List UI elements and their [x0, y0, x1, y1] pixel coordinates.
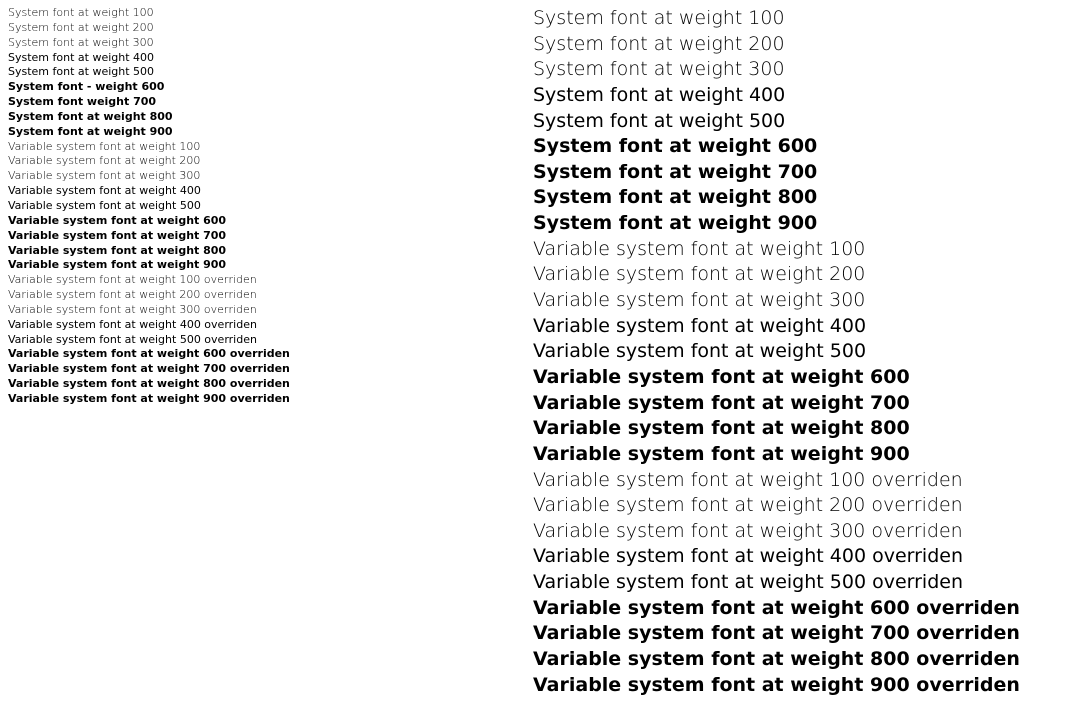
variable-font-line: Variable system font at weight 500 — [533, 339, 1058, 365]
system-font-line: System font at weight 600 — [533, 134, 1058, 160]
variable-overriden-font-line: Variable system font at weight 500 overr… — [8, 333, 533, 348]
variable-font-line: Variable system font at weight 400 — [8, 184, 533, 199]
variable-overriden-font-line: Variable system font at weight 800 overr… — [8, 377, 533, 392]
variable-overriden-font-line: Variable system font at weight 600 overr… — [8, 347, 533, 362]
system-font-line: System font at weight 900 — [8, 125, 533, 140]
variable-font-line: Variable system font at weight 600 — [8, 214, 533, 229]
right-column: System font at weight 100System font at … — [533, 6, 1058, 698]
system-font-line: System font at weight 700 — [533, 160, 1058, 186]
variable-font-line: Variable system font at weight 100 — [8, 140, 533, 155]
variable-overriden-font-line: Variable system font at weight 700 overr… — [533, 621, 1058, 647]
variable-overriden-font-line: Variable system font at weight 600 overr… — [533, 596, 1058, 622]
variable-font-line: Variable system font at weight 200 — [533, 262, 1058, 288]
variable-font-line: Variable system font at weight 400 — [533, 314, 1058, 340]
variable-font-line: Variable system font at weight 300 — [533, 288, 1058, 314]
system-font-line: System font weight 700 — [8, 95, 533, 110]
system-font-line: System font at weight 500 — [533, 109, 1058, 135]
variable-overriden-font-line: Variable system font at weight 100 overr… — [533, 468, 1058, 494]
variable-overriden-font-line: Variable system font at weight 300 overr… — [533, 519, 1058, 545]
system-font-line: System font at weight 800 — [8, 110, 533, 125]
system-font-line: System font at weight 800 — [533, 185, 1058, 211]
system-font-line: System font at weight 900 — [533, 211, 1058, 237]
system-font-line: System font at weight 200 — [533, 32, 1058, 58]
variable-font-line: Variable system font at weight 600 — [533, 365, 1058, 391]
variable-font-line: Variable system font at weight 200 — [8, 154, 533, 169]
variable-font-line: Variable system font at weight 500 — [8, 199, 533, 214]
variable-font-line: Variable system font at weight 300 — [8, 169, 533, 184]
system-font-line: System font at weight 300 — [8, 36, 533, 51]
variable-overriden-font-line: Variable system font at weight 400 overr… — [8, 318, 533, 333]
variable-font-line: Variable system font at weight 900 — [8, 258, 533, 273]
left-column: System font at weight 100System font at … — [8, 6, 533, 698]
variable-overriden-font-line: Variable system font at weight 200 overr… — [533, 493, 1058, 519]
system-font-line: System font at weight 400 — [533, 83, 1058, 109]
system-font-line: System font - weight 600 — [8, 80, 533, 95]
system-font-line: System font at weight 500 — [8, 65, 533, 80]
variable-overriden-font-line: Variable system font at weight 900 overr… — [533, 673, 1058, 699]
variable-overriden-font-line: Variable system font at weight 500 overr… — [533, 570, 1058, 596]
system-font-line: System font at weight 200 — [8, 21, 533, 36]
system-font-line: System font at weight 300 — [533, 57, 1058, 83]
system-font-line: System font at weight 100 — [8, 6, 533, 21]
variable-overriden-font-line: Variable system font at weight 200 overr… — [8, 288, 533, 303]
variable-font-line: Variable system font at weight 900 — [533, 442, 1058, 468]
variable-font-line: Variable system font at weight 800 — [533, 416, 1058, 442]
variable-font-line: Variable system font at weight 700 — [533, 391, 1058, 417]
variable-font-line: Variable system font at weight 100 — [533, 237, 1058, 263]
variable-overriden-font-line: Variable system font at weight 800 overr… — [533, 647, 1058, 673]
variable-font-line: Variable system font at weight 800 — [8, 244, 533, 259]
variable-overriden-font-line: Variable system font at weight 400 overr… — [533, 544, 1058, 570]
variable-overriden-font-line: Variable system font at weight 100 overr… — [8, 273, 533, 288]
variable-overriden-font-line: Variable system font at weight 900 overr… — [8, 392, 533, 407]
variable-overriden-font-line: Variable system font at weight 300 overr… — [8, 303, 533, 318]
system-font-line: System font at weight 100 — [533, 6, 1058, 32]
system-font-line: System font at weight 400 — [8, 51, 533, 66]
variable-font-line: Variable system font at weight 700 — [8, 229, 533, 244]
variable-overriden-font-line: Variable system font at weight 700 overr… — [8, 362, 533, 377]
